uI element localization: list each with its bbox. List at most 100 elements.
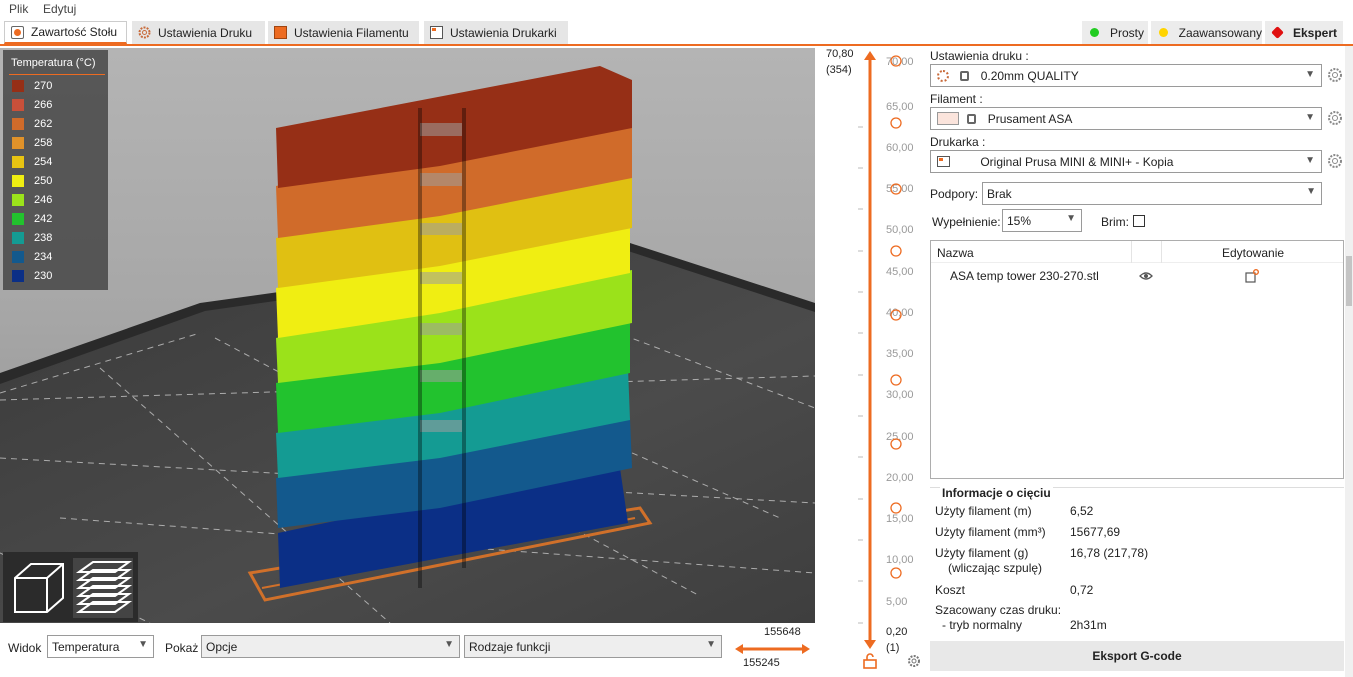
- legend-value: 262: [34, 118, 53, 130]
- mode-label: Ekspert: [1293, 25, 1338, 40]
- options-select[interactable]: Opcje ▼: [201, 635, 460, 658]
- legend-item: 250: [12, 174, 52, 188]
- view-label: Widok: [8, 641, 42, 655]
- feature-types-select[interactable]: Rodzaje funkcji ▼: [464, 635, 722, 658]
- info-key: Użyty filament (mm³): [935, 525, 1046, 539]
- hslider-bottom-value: 155245: [743, 657, 780, 669]
- print-settings-select[interactable]: 0.20mm QUALITY ▼: [930, 64, 1322, 87]
- mode-simple-button[interactable]: Prosty: [1082, 21, 1148, 44]
- vslider-track: [858, 51, 876, 649]
- info-key: Użyty filament (m): [935, 504, 1032, 518]
- filament-spool-icon: [274, 26, 287, 39]
- chevron-down-icon: ▼: [1305, 112, 1315, 123]
- sidebar-panel: Ustawienia druku : 0.20mm QUALITY ▼ Fila…: [923, 46, 1353, 677]
- red-hex-icon: [1271, 26, 1284, 39]
- layers-view-button[interactable]: [73, 558, 133, 618]
- yellow-dot-icon: [1159, 28, 1168, 37]
- infill-select[interactable]: 15% ▼: [1002, 209, 1082, 232]
- legend-swatch: [12, 270, 24, 282]
- lock-button[interactable]: [863, 653, 877, 669]
- brim-checkbox[interactable]: [1133, 215, 1145, 227]
- legend-item: 270: [12, 79, 52, 93]
- tab-print-settings[interactable]: Ustawienia Druku: [132, 21, 265, 44]
- legend-value: 250: [34, 175, 53, 187]
- tab-label: Ustawienia Filamentu: [294, 25, 409, 40]
- legend-item: 238: [12, 231, 52, 245]
- mode-label: Prosty: [1110, 25, 1145, 40]
- info-value: 6,52: [1070, 504, 1094, 518]
- mode-label: Zaawansowany: [1178, 25, 1262, 40]
- tab-bar: Zawartość Stołu Ustawienia Druku Ustawie…: [0, 19, 1353, 46]
- legend-item: 234: [12, 250, 52, 264]
- plater-icon: [11, 25, 24, 39]
- legend-swatch: [12, 156, 24, 168]
- select-value: Rodzaje funkcji: [469, 640, 551, 654]
- menu-edit[interactable]: Edytuj: [43, 2, 76, 16]
- 3d-preview-canvas[interactable]: [0, 48, 815, 623]
- tab-plater[interactable]: Zawartość Stołu: [4, 21, 127, 44]
- hslider-top-value: 155648: [764, 626, 801, 638]
- printer-select[interactable]: Original Prusa MINI & MINI+ - Kopia ▼: [930, 150, 1322, 173]
- print-settings-label: Ustawienia druku :: [930, 49, 1029, 63]
- tab-label: Zawartość Stołu: [31, 25, 118, 39]
- legend-swatch: [12, 99, 24, 111]
- gear-icon: [1328, 111, 1342, 125]
- legend-swatch: [12, 118, 24, 130]
- vslider-top-value: 70,80: [826, 48, 854, 60]
- legend-divider: [9, 74, 105, 75]
- brim-label: Brim:: [1101, 215, 1129, 229]
- supports-label: Podpory:: [930, 187, 979, 201]
- show-label: Pokaż: [165, 641, 199, 655]
- column-edit-header[interactable]: Edytowanie: [1222, 246, 1284, 260]
- print-settings-gear-button[interactable]: [1327, 67, 1343, 83]
- tab-printer-settings[interactable]: Ustawienia Drukarki: [424, 21, 568, 44]
- export-gcode-button[interactable]: Eksport G-code: [930, 641, 1344, 671]
- layers-icon: [75, 561, 133, 613]
- printer-label: Drukarka :: [930, 135, 986, 149]
- vslider-bottom-value: 0,20: [886, 626, 908, 638]
- sidebar-scrollbar[interactable]: [1345, 46, 1353, 677]
- mode-advanced-button[interactable]: Zaawansowany: [1151, 21, 1262, 44]
- info-key: Użyty filament (g): [935, 546, 1029, 560]
- info-value: 2h31m: [1070, 618, 1107, 632]
- legend-item: 230: [12, 269, 52, 283]
- visibility-eye-icon[interactable]: [1139, 269, 1153, 283]
- 3d-view-button[interactable]: [9, 558, 69, 618]
- gear-icon: [1328, 154, 1342, 168]
- slider-settings-button[interactable]: [907, 654, 921, 668]
- edit-object-icon[interactable]: [1245, 269, 1259, 283]
- info-key: Szacowany czas druku:: [935, 603, 1062, 617]
- supports-select[interactable]: Brak ▼: [982, 182, 1322, 205]
- select-value: 0.20mm QUALITY: [980, 69, 1079, 83]
- menu-file[interactable]: Plik: [9, 2, 28, 16]
- legend-item: 254: [12, 155, 52, 169]
- info-value: 0,72: [1070, 583, 1094, 597]
- horizontal-slider[interactable]: [735, 642, 810, 656]
- filament-gear-button[interactable]: [1327, 110, 1343, 126]
- column-name-header[interactable]: Nazwa: [937, 246, 974, 260]
- tab-filament-settings[interactable]: Ustawienia Filamentu: [268, 21, 419, 44]
- view-toggle-panel: [3, 552, 138, 622]
- mode-expert-button[interactable]: Ekspert: [1265, 21, 1343, 44]
- menu-bar: Plik Edytuj: [0, 0, 1353, 19]
- legend-title: Temperatura (°C): [11, 57, 96, 69]
- scrollbar-thumb[interactable]: [1346, 256, 1352, 306]
- select-value: Temperatura: [52, 640, 120, 654]
- legend-item: 262: [12, 117, 52, 131]
- print-settings-icon: [937, 70, 949, 82]
- legend-value: 254: [34, 156, 53, 168]
- horizontal-slider-track: [735, 644, 810, 654]
- slice-info-panel: Informacje o cięciu Użyty filament (m) 6…: [930, 486, 1344, 637]
- printer-gear-button[interactable]: [1327, 153, 1343, 169]
- info-key: Koszt: [935, 583, 966, 597]
- column-divider: [1131, 241, 1132, 263]
- info-value: 15677,69: [1070, 525, 1121, 539]
- tab-label: Ustawienia Drukarki: [450, 25, 557, 40]
- legend-swatch: [12, 194, 24, 206]
- object-row[interactable]: ASA temp tower 230-270.stl: [931, 265, 1343, 287]
- legend-item: 258: [12, 136, 52, 150]
- filament-select[interactable]: Prusament ASA ▼: [930, 107, 1322, 130]
- chevron-down-icon: ▼: [1066, 213, 1076, 224]
- view-type-select[interactable]: Temperatura ▼: [47, 635, 154, 658]
- vertical-layer-slider[interactable]: 70,80 (354) 70,00 65,00 60,00 55,00 50,0…: [815, 48, 923, 677]
